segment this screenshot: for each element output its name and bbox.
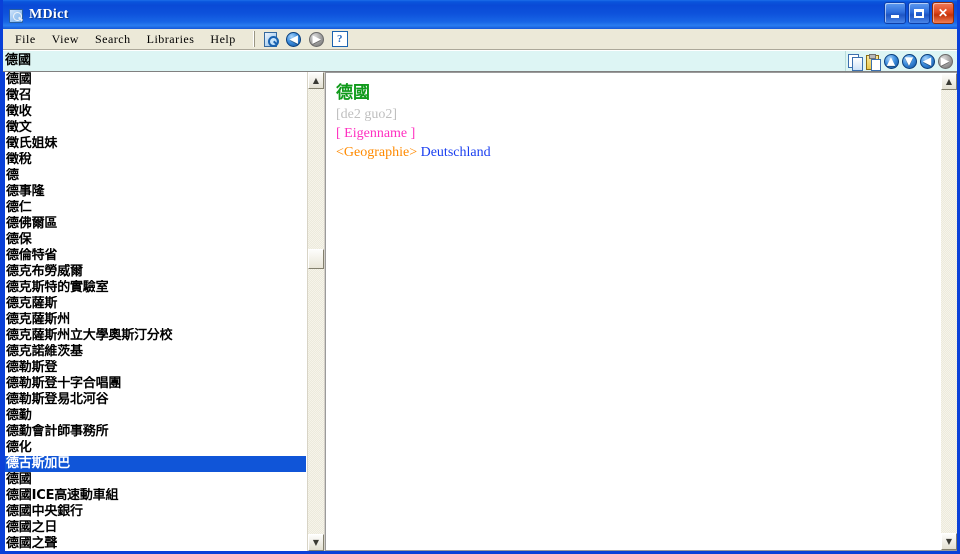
copy-button[interactable]: [846, 51, 864, 71]
wordlist-item[interactable]: 徵收: [5, 104, 307, 120]
definition-scroll-up-button[interactable]: ▲: [941, 73, 957, 90]
entry-part-of-speech: [ Eigenname ]: [336, 126, 416, 141]
menu-bar: File View Search Libraries Help ◀ ▶ ?: [3, 29, 957, 50]
menu-item-libraries[interactable]: Libraries: [139, 30, 203, 49]
wordlist-item[interactable]: 德仁: [5, 200, 307, 216]
scroll-up-button[interactable]: ▲: [882, 51, 900, 71]
definition-scroll-track[interactable]: [941, 90, 957, 533]
entry-domain-label: <Geographie>: [336, 145, 418, 160]
wordlist-item[interactable]: 德勤: [5, 408, 307, 424]
entry-definition-row: <Geographie> Deutschland: [336, 143, 940, 162]
wordlist-scroll-up-button[interactable]: ▲: [308, 72, 324, 89]
window-controls: ✕: [884, 2, 954, 24]
back-icon: ◀: [286, 31, 302, 47]
history-back-button[interactable]: ◀: [918, 51, 936, 71]
wordlist-item[interactable]: 德國: [5, 472, 307, 488]
wordlist-item[interactable]: 德國: [5, 72, 307, 88]
wordlist-item[interactable]: 德: [5, 168, 307, 184]
toolbar-find-button[interactable]: [260, 30, 282, 49]
search-input[interactable]: [3, 51, 845, 71]
wordlist-item[interactable]: 徵文: [5, 120, 307, 136]
wordlist-item[interactable]: 德勤會計師事務所: [5, 424, 307, 440]
wordlist-item[interactable]: 德事隆: [5, 184, 307, 200]
history-forward-button[interactable]: ▶: [936, 51, 954, 71]
wordlist-item[interactable]: 徵召: [5, 88, 307, 104]
wordlist[interactable]: 德國 徵召 徵收 徵文 徵氏姐妹 徵稅德德事隆 德仁 德佛爾區 德保 德倫特省 德克布勞威爾 德克斯特…: [3, 72, 307, 551]
wordlist-item[interactable]: 德克薩斯州: [5, 312, 307, 328]
wordlist-item[interactable]: 德國中央銀行: [5, 504, 307, 520]
scroll-down-button[interactable]: ▼: [900, 51, 918, 71]
wordlist-item[interactable]: 德克布勞威爾: [5, 264, 307, 280]
wordlist-item[interactable]: 德克斯特的實驗室: [5, 280, 307, 296]
entry-headword: 德國: [336, 83, 370, 103]
definition-scroll-down-button[interactable]: ▼: [941, 533, 957, 550]
minimize-button[interactable]: [884, 2, 906, 24]
window-title: MDict: [29, 6, 69, 22]
main-body: 德國 徵召 徵收 徵文 徵氏姐妹 徵稅德德事隆 德仁 德佛爾區 德保 德倫特省 德克布勞威爾 德克斯特…: [3, 72, 957, 551]
help-icon: ?: [331, 31, 348, 47]
minimize-icon: [891, 15, 899, 18]
wordlist-item[interactable]: 德國之日: [5, 520, 307, 536]
definition-content: 德國 [de2 guo2] [ Eigenname ] <Geographie>…: [326, 73, 940, 550]
application-window: MDict ✕ File View Search Libraries Help …: [0, 0, 960, 554]
wordlist-item[interactable]: 德克諾維茨基: [5, 344, 307, 360]
paste-icon: [866, 53, 881, 71]
menu-item-file[interactable]: File: [7, 30, 44, 49]
close-icon: ✕: [937, 6, 949, 20]
close-button[interactable]: ✕: [932, 2, 954, 24]
definition-scrollbar[interactable]: ▲ ▼: [940, 73, 957, 550]
forward-icon: ▶: [309, 31, 325, 47]
toolbar-forward-button[interactable]: ▶: [306, 30, 328, 49]
wordlist-scroll-thumb[interactable]: [308, 249, 324, 270]
wordlist-item[interactable]: 德國之聲: [5, 536, 307, 551]
app-icon: [8, 7, 24, 23]
wordlist-item[interactable]: 德古斯加巴: [5, 456, 306, 472]
wordlist-item[interactable]: 德克薩斯: [5, 296, 307, 312]
toolbar-back-button[interactable]: ◀: [283, 30, 305, 49]
wordlist-item[interactable]: 德倫特省: [5, 248, 307, 264]
wordlist-scroll-down-button[interactable]: ▼: [308, 534, 324, 551]
definition-pane: 德國 [de2 guo2] [ Eigenname ] <Geographie>…: [325, 72, 957, 551]
wordlist-item[interactable]: 德勒斯登十字合唱團: [5, 376, 307, 392]
find-icon: [263, 31, 279, 47]
history-forward-icon: ▶: [937, 53, 953, 69]
maximize-button[interactable]: [908, 2, 930, 24]
wordlist-item[interactable]: 德勒斯登: [5, 360, 307, 376]
entry-translation[interactable]: Deutschland: [421, 145, 491, 160]
wordlist-item[interactable]: 德保: [5, 232, 307, 248]
search-bar: ▲ ▼ ◀ ▶: [3, 50, 957, 72]
wordlist-item[interactable]: 德克薩斯州立大學奧斯汀分校: [5, 328, 307, 344]
scroll-up-icon: ▲: [883, 53, 899, 69]
maximize-icon: [914, 8, 924, 18]
wordlist-scrollbar[interactable]: ▲ ▼: [307, 72, 324, 551]
wordlist-pane: 德國 徵召 徵收 徵文 徵氏姐妹 徵稅德德事隆 德仁 德佛爾區 德保 德倫特省 德克布勞威爾 德克斯特…: [3, 72, 325, 551]
wordlist-item[interactable]: 德國ICE高速動車組: [5, 488, 307, 504]
history-back-icon: ◀: [919, 53, 935, 69]
search-toolbar: ▲ ▼ ◀ ▶: [845, 51, 957, 71]
wordlist-item[interactable]: 徵氏姐妹: [5, 136, 307, 152]
wordlist-item[interactable]: 徵稅: [5, 152, 307, 168]
wordlist-scroll-track[interactable]: [308, 89, 324, 534]
menu-item-view[interactable]: View: [44, 30, 87, 49]
paste-button[interactable]: [864, 51, 882, 71]
menu-item-search[interactable]: Search: [87, 30, 139, 49]
scroll-down-icon: ▼: [901, 53, 917, 69]
wordlist-item[interactable]: 德佛爾區: [5, 216, 307, 232]
copy-icon: [848, 53, 863, 71]
entry-pronunciation: [de2 guo2]: [336, 107, 398, 122]
toolbar-separator: [252, 31, 255, 47]
toolbar-help-button[interactable]: ?: [329, 30, 351, 49]
wordlist-item[interactable]: 德勒斯登易北河谷: [5, 392, 307, 408]
title-bar[interactable]: MDict ✕: [3, 0, 957, 29]
menu-item-help[interactable]: Help: [202, 30, 243, 49]
wordlist-item[interactable]: 德化: [5, 440, 307, 456]
